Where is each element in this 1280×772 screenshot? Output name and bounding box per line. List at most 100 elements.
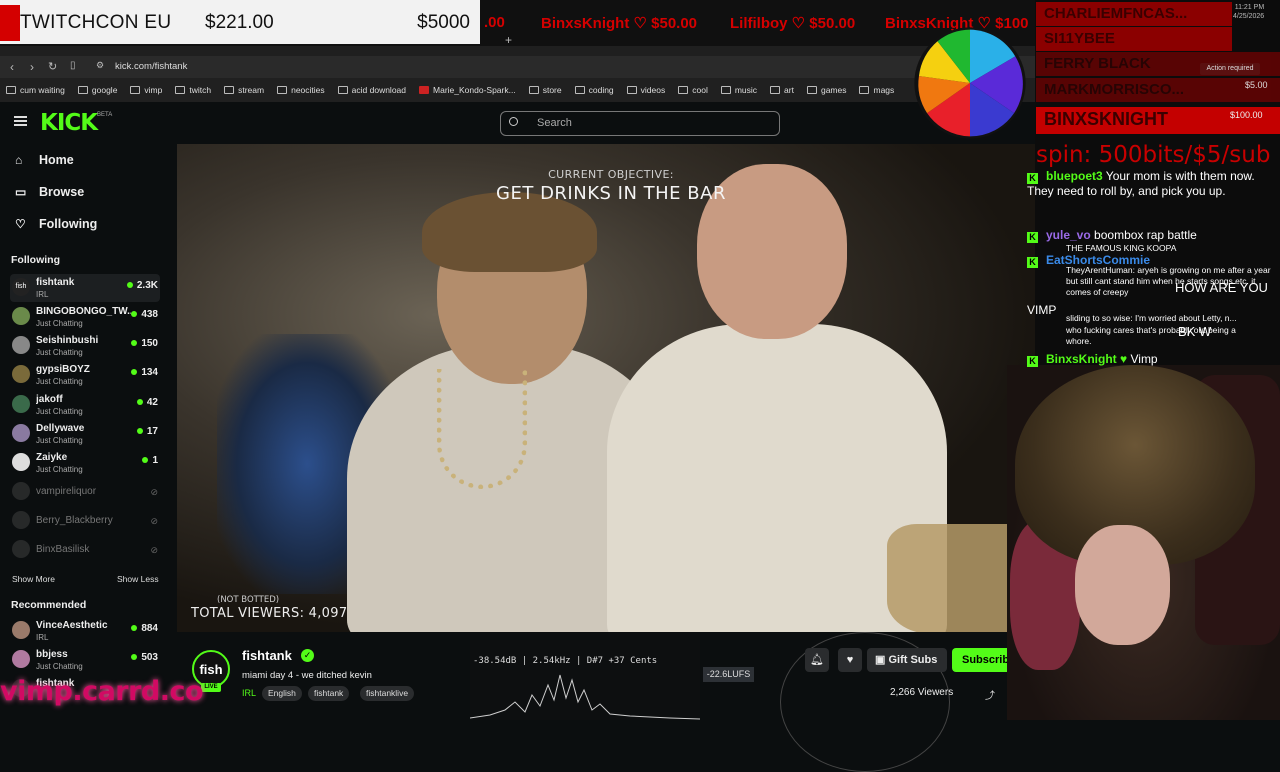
following-item[interactable]: fish fishtank IRL 2.3K [10, 274, 160, 302]
folder-icon [720, 86, 731, 94]
stream-title: miami day 4 - we ditched kevin [242, 670, 372, 681]
following-item-offline[interactable]: Berry_Blackberry ⊘ [10, 507, 160, 535]
following-item[interactable]: BINGOBONGO_TW... Just Chatting 438 [10, 303, 160, 331]
donor-row: SI11YBEE [1036, 27, 1232, 51]
menu-icon[interactable] [14, 116, 27, 126]
verified-icon: ✓ [301, 649, 314, 662]
kick-logo[interactable]: KICK [40, 110, 98, 136]
chat-message: HOW ARE YOU [1175, 280, 1268, 295]
bookmark-item[interactable]: cum waiting [6, 85, 65, 95]
donor-row: MARKMORRISCO... [1036, 78, 1280, 102]
following-item[interactable]: Zaiyke Just Chatting 1 [10, 449, 160, 477]
avatar [12, 511, 30, 529]
avatar [12, 395, 30, 413]
browser-tabstrip [0, 46, 1035, 56]
recommended-item[interactable]: bbjess Just Chatting 503 [10, 646, 160, 674]
kick-badge-icon: K [1027, 257, 1038, 268]
donor-row: CHARLIEMFNCAS... [1036, 2, 1232, 26]
bookmark-item[interactable]: music [720, 85, 757, 95]
not-botted-label: (NOT BOTTED) [217, 595, 280, 605]
following-item-offline[interactable]: vampireliquor ⊘ [10, 478, 160, 506]
bookmark-item[interactable]: games [806, 85, 846, 95]
tag[interactable]: fishtank [308, 686, 350, 701]
site-info-icon[interactable]: ⚙ [96, 60, 104, 71]
viewer-count: 2,266 Viewers [890, 687, 954, 698]
following-heading: Following [11, 254, 60, 266]
avatar [12, 336, 30, 354]
following-item[interactable]: gypsiBOYZ Just Chatting 134 [10, 361, 160, 389]
kick-badge-icon: K [1027, 173, 1038, 184]
bookmark-item[interactable]: store [528, 85, 562, 95]
folder-icon [277, 86, 288, 94]
subscribe-button[interactable]: Subscribe [952, 648, 1012, 672]
action-required-badge[interactable]: Action required [1200, 63, 1260, 75]
bookmark-item[interactable]: google [77, 85, 117, 95]
avatar: fish [12, 278, 30, 296]
forward-icon[interactable]: › [30, 60, 34, 74]
bookmark-item[interactable]: cool [678, 85, 708, 95]
ticker-item: BinxsKnight ♡ $50.00 [541, 15, 698, 32]
bookmark-item[interactable]: art [770, 85, 794, 95]
bookmark-item[interactable]: vimp [130, 85, 162, 95]
channel-name[interactable]: fishtank [242, 648, 292, 663]
bookmark-item[interactable]: mags [859, 85, 894, 95]
following-item[interactable]: Dellywave Just Chatting 17 [10, 420, 160, 448]
chat-message: Kbluepoet3 Your mom is with them now. Th… [1027, 169, 1255, 198]
folder-icon [770, 86, 781, 94]
ticker-amount: $50.00 [809, 15, 856, 32]
new-tab-icon[interactable]: + [505, 33, 512, 47]
stream-category[interactable]: IRL [242, 688, 256, 698]
heart-icon: ♡ [15, 217, 26, 231]
audio-spectrum [469, 640, 701, 720]
follow-button[interactable]: ♥ [838, 648, 862, 672]
folder-icon [626, 86, 637, 94]
bookmark-item[interactable]: Marie_Kondo-Spark... [419, 85, 516, 95]
video-player[interactable]: CURRENT OBJECTIVE: GET DRINKS IN THE BAR… [177, 144, 1035, 632]
spectrum-graph [469, 674, 701, 720]
folder-icon [678, 86, 689, 94]
following-item[interactable]: jakoff Just Chatting 42 [10, 391, 160, 419]
search-input[interactable]: Search [500, 111, 780, 136]
bookmark-item[interactable]: neocities [277, 85, 325, 95]
avatar [12, 307, 30, 325]
person-hair [422, 192, 597, 272]
recommended-item[interactable]: VinceAesthetic IRL 884 [10, 617, 160, 645]
goal-current: $221.00 [205, 12, 274, 33]
objective-text: GET DRINKS IN THE BAR [496, 183, 726, 204]
avatar [12, 424, 30, 442]
following-item[interactable]: Seishinbushi Just Chatting 150 [10, 332, 160, 360]
folder-icon [859, 86, 870, 94]
nav-browse[interactable]: ▭ Browse [15, 185, 84, 199]
back-icon[interactable]: ‹ [10, 60, 14, 74]
reload-icon[interactable]: ↻ [48, 60, 57, 73]
show-more-button[interactable]: Show More [12, 574, 55, 584]
bookmark-item[interactable]: stream [224, 85, 264, 95]
avatar [12, 540, 30, 558]
bookmark-item[interactable]: videos [626, 85, 665, 95]
show-less-button[interactable]: Show Less [117, 574, 159, 584]
bookmark-icon[interactable]: ▯ [70, 60, 76, 71]
beta-badge: BETA [97, 112, 113, 118]
following-item-offline[interactable]: BinxBasilisk ⊘ [10, 536, 160, 564]
spin-wheel [914, 27, 1026, 139]
avatar [12, 453, 30, 471]
tag[interactable]: English [262, 686, 302, 701]
share-icon[interactable]: ⤴ [985, 687, 995, 702]
bookmark-item[interactable]: twitch [175, 85, 211, 95]
nav-following[interactable]: ♡ Following [15, 217, 97, 231]
carrd-link: vimp.carrd.co [0, 676, 204, 707]
pdf-icon [419, 86, 430, 94]
bookmark-item[interactable]: coding [574, 85, 614, 95]
gift-subs-button[interactable]: ▣ Gift Subs [867, 648, 947, 672]
notification-bell-button[interactable]: 🔔︎ [805, 648, 829, 672]
nav-home[interactable]: ⌂ Home [15, 153, 74, 167]
donor-amount: $100.00 [1230, 110, 1263, 120]
tag[interactable]: fishtanklive [360, 686, 415, 701]
address-bar[interactable]: kick.com/fishtank [115, 61, 187, 72]
nav-label: Browse [39, 185, 85, 199]
total-viewers: TOTAL VIEWERS: 4,097 [191, 606, 348, 621]
avatar [12, 621, 30, 639]
person-face [1075, 525, 1170, 645]
bookmark-item[interactable]: acid download [337, 85, 406, 95]
folder-icon [224, 86, 235, 94]
